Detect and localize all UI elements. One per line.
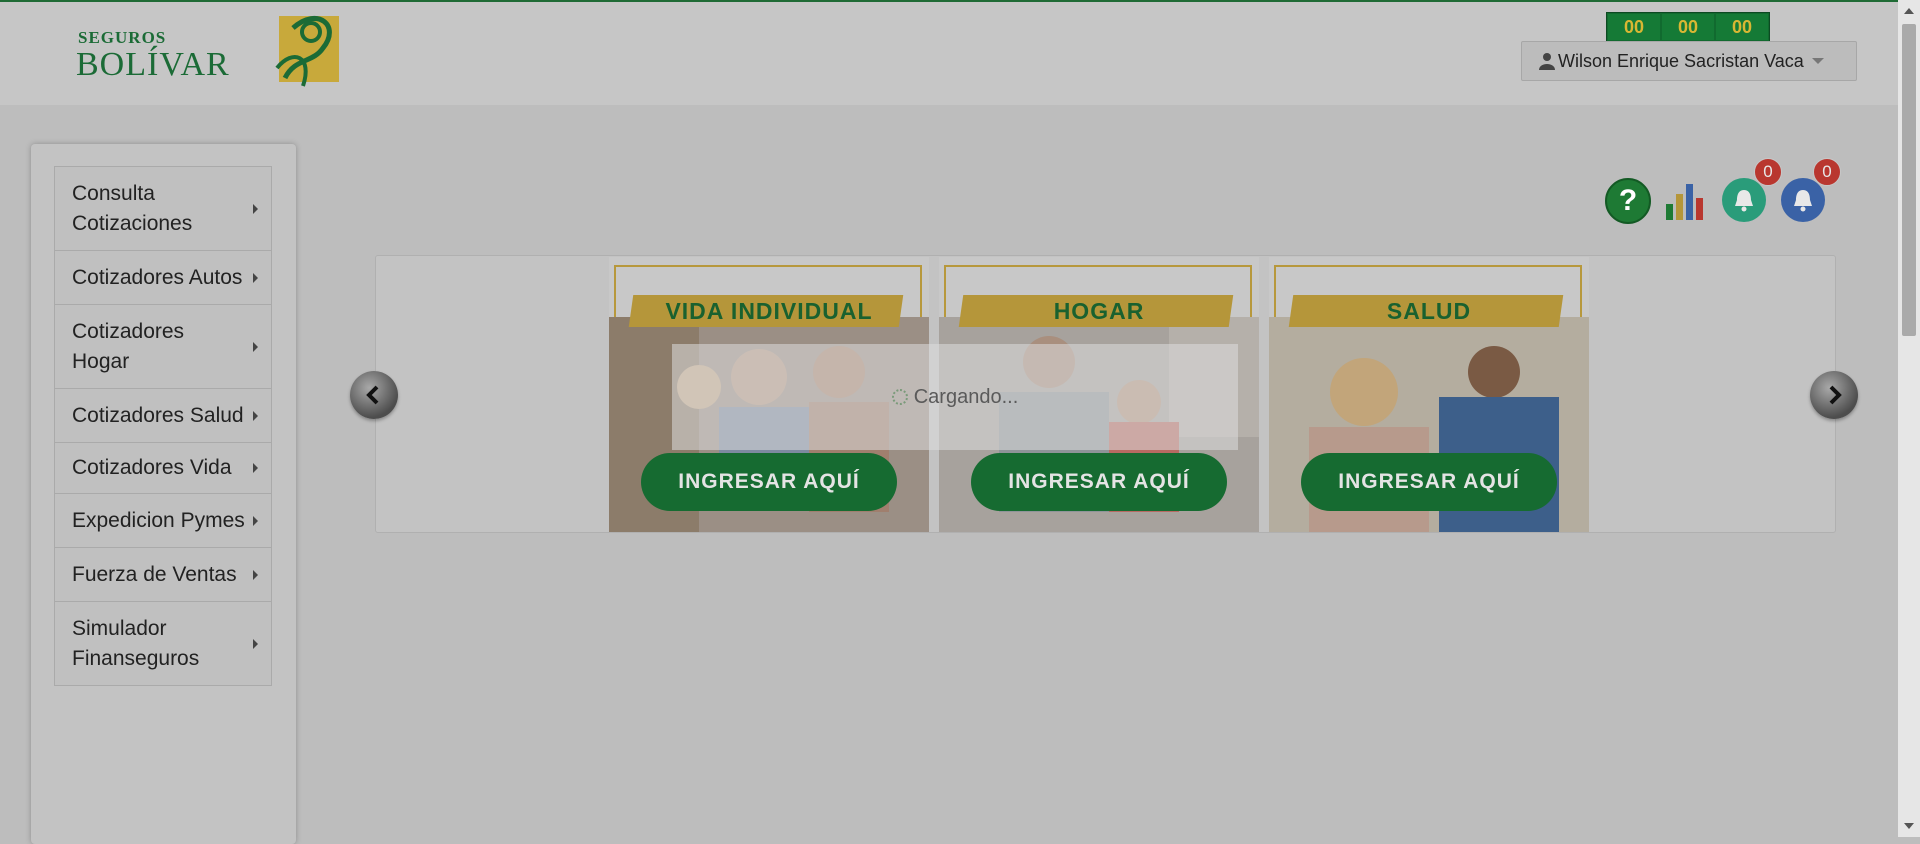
caret-right-icon <box>253 569 258 580</box>
caret-right-icon <box>253 410 258 421</box>
ingresar-button[interactable]: INGRESAR AQUÍ <box>1301 453 1557 511</box>
chevron-right-icon <box>1829 385 1842 405</box>
sidebar-item-expedicion-pymes[interactable]: Expedicion Pymes <box>54 493 272 547</box>
caret-right-icon <box>253 638 258 649</box>
card-title: VIDA INDIVIDUAL <box>665 297 873 324</box>
sidebar-item-cotizadores-vida[interactable]: Cotizadores Vida <box>54 442 272 493</box>
caret-right-icon <box>253 515 258 526</box>
caret-right-icon <box>253 203 258 214</box>
carousel-next-button[interactable] <box>1810 371 1858 419</box>
card-title: HOGAR <box>1053 297 1145 324</box>
sidebar: Consulta Cotizaciones Cotizadores Autos … <box>31 144 296 844</box>
timer-minutes: 00 <box>1662 14 1714 40</box>
sidebar-item-label: Expedicion Pymes <box>72 509 245 532</box>
seguros-bolivar-logo[interactable]: SEGUROS BOLÍVAR <box>76 15 346 88</box>
vertical-scrollbar[interactable] <box>1898 0 1920 837</box>
spinner-icon <box>891 389 908 405</box>
alerts-bell-icon[interactable] <box>1781 178 1825 222</box>
help-icon[interactable]: ? <box>1605 178 1651 224</box>
user-icon <box>1539 53 1555 70</box>
timer-hours: 00 <box>1608 14 1660 40</box>
bar-chart-icon[interactable] <box>1664 184 1706 220</box>
alerts-count-badge: 0 <box>1813 158 1841 186</box>
loading-overlay: Cargando... <box>672 344 1238 450</box>
chevron-left-icon <box>366 385 379 405</box>
notifications-bell-icon[interactable] <box>1722 178 1766 222</box>
logo-mark-icon <box>275 15 339 87</box>
card-salud[interactable]: SALUD INGRESAR AQUÍ <box>1269 257 1589 532</box>
loading-text: Cargando... <box>913 385 1019 408</box>
sidebar-item-label: Fuerza de Ventas <box>72 563 237 586</box>
logo-line2: BOLÍVAR <box>76 46 230 83</box>
sidebar-item-cotizadores-salud[interactable]: Cotizadores Salud <box>54 388 272 442</box>
scrollbar-thumb[interactable] <box>1902 24 1916 336</box>
timer-seconds: 00 <box>1716 14 1768 40</box>
sidebar-item-label: Cotizadores Vida <box>72 456 232 479</box>
sidebar-menu: Consulta Cotizaciones Cotizadores Autos … <box>54 166 272 686</box>
session-timer: 00 00 00 <box>1606 12 1770 44</box>
ingresar-button[interactable]: INGRESAR AQUÍ <box>971 453 1227 511</box>
scroll-down-icon[interactable] <box>1904 823 1914 829</box>
chevron-down-icon <box>1811 58 1824 64</box>
sidebar-item-cotizadores-hogar[interactable]: Cotizadores Hogar <box>54 304 272 388</box>
user-menu-dropdown[interactable]: Wilson Enrique Sacristan Vaca <box>1521 41 1857 81</box>
sidebar-item-consulta-cotizaciones[interactable]: Consulta Cotizaciones <box>54 166 272 250</box>
header-actions: ? 0 0 <box>1605 158 1841 230</box>
sidebar-item-simulador-finanseguros[interactable]: Simulador Finanseguros <box>54 601 272 686</box>
caret-right-icon <box>253 463 258 473</box>
sidebar-item-label: Simulador Finanseguros <box>72 617 200 670</box>
sidebar-item-label: Consulta Cotizaciones <box>72 182 193 235</box>
bell-icon <box>1794 190 1812 212</box>
caret-right-icon <box>253 272 258 283</box>
ingresar-button[interactable]: INGRESAR AQUÍ <box>641 453 897 511</box>
card-title: SALUD <box>1386 297 1472 324</box>
logo-line1: SEGUROS <box>78 28 167 47</box>
notifications-count-badge: 0 <box>1754 158 1782 186</box>
caret-right-icon <box>253 341 258 352</box>
sidebar-item-cotizadores-autos[interactable]: Cotizadores Autos <box>54 250 272 304</box>
sidebar-item-label: Cotizadores Hogar <box>72 320 185 373</box>
user-name: Wilson Enrique Sacristan Vaca <box>1558 50 1804 71</box>
sidebar-item-label: Cotizadores Autos <box>72 266 243 289</box>
sidebar-item-label: Cotizadores Salud <box>72 404 244 427</box>
bell-icon <box>1735 190 1753 212</box>
scroll-up-icon[interactable] <box>1904 8 1914 14</box>
page-header: SEGUROS BOLÍVAR 00 00 00 Wilson Enrique … <box>0 2 1898 105</box>
carousel-prev-button[interactable] <box>350 371 398 419</box>
sidebar-item-fuerza-de-ventas[interactable]: Fuerza de Ventas <box>54 547 272 601</box>
